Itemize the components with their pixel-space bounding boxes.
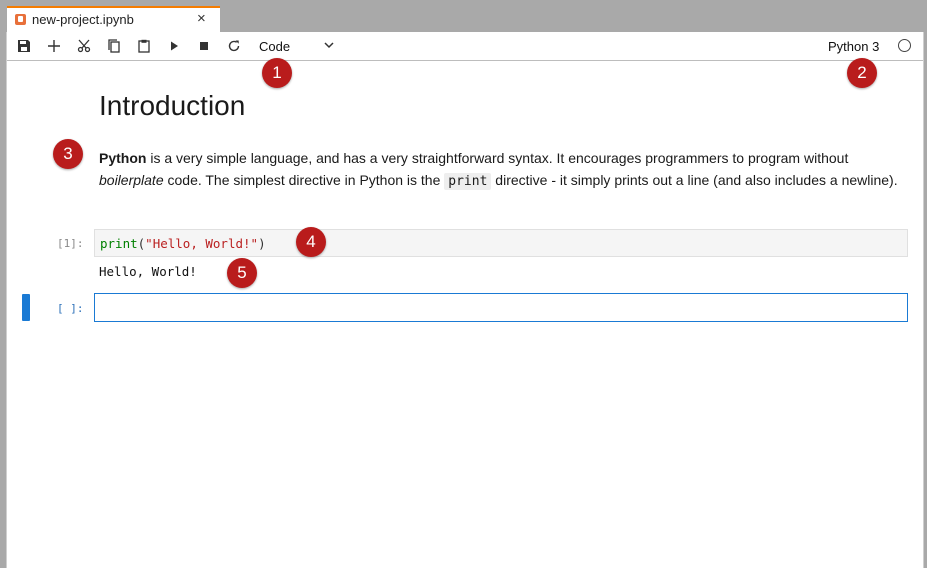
paste-icon[interactable]: [135, 37, 153, 55]
add-icon[interactable]: [45, 37, 63, 55]
empty-code-cell[interactable]: [94, 293, 908, 322]
code-string: "Hello, World!": [145, 236, 259, 251]
run-icon[interactable]: [165, 37, 183, 55]
code-paren: ): [258, 236, 266, 251]
italic-text: boilerplate: [99, 172, 164, 188]
callout-marker: 1: [262, 58, 292, 88]
stop-icon[interactable]: [195, 37, 213, 55]
code-line: print("Hello, World!"): [100, 236, 266, 251]
code-function: print: [100, 236, 138, 251]
notebook-icon: [15, 14, 26, 25]
tab-bar: new-project.ipynb ×: [0, 0, 927, 32]
callout-marker: 3: [53, 139, 83, 169]
callout-marker: 5: [227, 258, 257, 288]
markdown-heading: Introduction: [99, 90, 246, 121]
paragraph-text: is a very simple language, and has a ver…: [146, 150, 849, 166]
input-prompt-empty: [ ]:: [57, 302, 84, 315]
inline-code: print: [444, 173, 492, 190]
notebook-toolbar: Code Python 3: [7, 32, 923, 61]
code-cell-editor[interactable]: print("Hello, World!"): [94, 229, 908, 257]
cell-output: Hello, World!: [99, 264, 197, 279]
save-icon[interactable]: [15, 37, 33, 55]
restart-icon[interactable]: [225, 37, 243, 55]
cut-icon[interactable]: [75, 37, 93, 55]
tab-title: new-project.ipynb: [32, 12, 134, 27]
active-cell-indicator: [22, 294, 30, 321]
paragraph-text: directive - it simply prints out a line …: [491, 172, 898, 188]
cell-type-select[interactable]: Code: [259, 39, 290, 54]
chevron-down-icon[interactable]: [323, 38, 335, 56]
input-prompt: [1]:: [57, 237, 84, 250]
bold-text: Python: [99, 150, 147, 166]
close-icon[interactable]: ×: [197, 10, 206, 27]
callout-marker: 2: [847, 58, 877, 88]
copy-icon[interactable]: [105, 37, 123, 55]
paragraph-text: code. The simplest directive in Python i…: [163, 172, 445, 188]
kernel-status-icon: [898, 39, 911, 52]
callout-marker: 4: [296, 227, 326, 257]
notebook-panel: Code Python 3 Introduction Python is a v…: [6, 32, 924, 568]
kernel-name[interactable]: Python 3: [828, 39, 879, 54]
markdown-paragraph: Python is a very simple language, and ha…: [99, 147, 899, 193]
tab-notebook[interactable]: new-project.ipynb ×: [7, 6, 220, 32]
